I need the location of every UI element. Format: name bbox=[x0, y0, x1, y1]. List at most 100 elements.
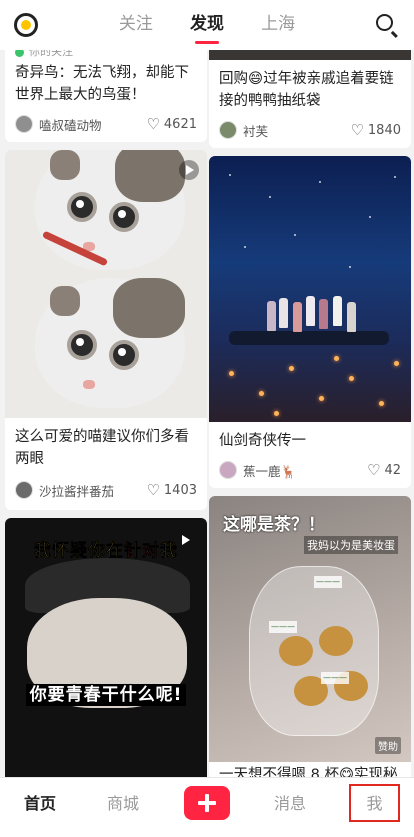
like-button[interactable]: ♡ 1403 bbox=[146, 480, 197, 499]
product-label: ——— bbox=[314, 576, 342, 588]
lantern bbox=[259, 391, 264, 396]
star bbox=[349, 266, 351, 268]
star bbox=[244, 246, 246, 248]
note-image: 我怀疑你在针对我 你要青春干什么呢! bbox=[5, 518, 207, 777]
star bbox=[294, 234, 296, 236]
nav-shop[interactable]: 商城 bbox=[103, 792, 143, 816]
avatar bbox=[15, 481, 33, 499]
tea-subtitle: 我妈以为是美妆蛋 bbox=[304, 536, 398, 554]
note-card[interactable]: 我怀疑你在针对我 你要青春干什么呢! bbox=[5, 518, 207, 777]
nav-home[interactable]: 首页 bbox=[20, 792, 60, 816]
note-title: 回购😄过年被亲戚追着要链接的鸭鸭抽纸袋 bbox=[219, 71, 394, 109]
note-card[interactable]: ——— ——— ——— 这哪是茶？！ 我妈以为是美妆蛋 赞助 一天想不得嗯 8 … bbox=[209, 496, 411, 777]
note-meta: 嗑叔磕动物 ♡ 4621 bbox=[5, 106, 207, 142]
note-card[interactable]: 回购😄过年被亲戚追着要链接的鸭鸭抽纸袋 衬芙 ♡ 1840 bbox=[209, 50, 411, 148]
author[interactable]: 蕉一鹿🦌 bbox=[219, 461, 296, 480]
meme-caption-highlight: 针对 bbox=[124, 541, 160, 562]
avatar bbox=[219, 121, 237, 139]
star bbox=[369, 216, 371, 218]
note-card[interactable]: 你的关注 奇异鸟：无法飞翔，却能下世界上最大的鸟蛋！ 嗑叔磕动物 ♡ 4621 bbox=[5, 50, 207, 142]
star bbox=[229, 174, 231, 176]
author-name: 嗑叔磕动物 bbox=[39, 117, 102, 133]
cliff bbox=[229, 331, 389, 345]
meme-caption-bottom-text: 你要青春干什么呢! bbox=[25, 684, 187, 706]
followed-dot-icon bbox=[15, 50, 24, 57]
author[interactable]: 嗑叔磕动物 bbox=[15, 115, 102, 134]
note-title: 这么可爱的喵建议你们多看两眼 bbox=[15, 429, 189, 467]
note-title: 奇异鸟：无法飞翔，却能下世界上最大的鸟蛋！ bbox=[15, 65, 189, 103]
author-name: 衬芙 bbox=[243, 123, 269, 139]
feed-column-left: 你的关注 奇异鸟：无法飞翔，却能下世界上最大的鸟蛋！ 嗑叔磕动物 ♡ 4621 bbox=[5, 50, 207, 777]
heart-icon: ♡ bbox=[367, 460, 381, 479]
character bbox=[347, 302, 356, 332]
note-image bbox=[5, 150, 207, 418]
video-play-icon bbox=[175, 530, 195, 550]
note-card[interactable]: 仙剑奇侠传一 蕉一鹿🦌 ♡ 42 bbox=[209, 156, 411, 488]
character bbox=[279, 298, 288, 328]
author[interactable]: 衬芙 bbox=[219, 121, 268, 140]
cat-eye bbox=[67, 330, 97, 360]
lantern bbox=[289, 366, 294, 371]
nav-messages[interactable]: 消息 bbox=[270, 792, 310, 816]
note-card[interactable]: 这么可爱的喵建议你们多看两眼 沙拉酱拌番茄 ♡ 1403 bbox=[5, 150, 207, 510]
avatar bbox=[219, 461, 237, 479]
video-play-icon bbox=[179, 160, 199, 180]
lantern bbox=[334, 356, 339, 361]
character bbox=[293, 302, 302, 332]
like-count: 42 bbox=[384, 462, 401, 478]
sponsored-tag: 赞助 bbox=[375, 737, 401, 754]
like-button[interactable]: ♡ 42 bbox=[367, 460, 401, 479]
star bbox=[394, 176, 396, 178]
like-button[interactable]: ♡ 1840 bbox=[350, 120, 401, 139]
lantern bbox=[379, 401, 384, 406]
cat-ear bbox=[50, 150, 80, 180]
top-tabs: 关注 发现 上海 bbox=[0, 12, 414, 44]
plus-icon-vertical bbox=[205, 794, 209, 812]
heart-icon: ♡ bbox=[146, 114, 160, 133]
followed-badge: 你的关注 bbox=[5, 50, 207, 58]
character bbox=[333, 296, 342, 326]
top-bar: 关注 发现 上海 bbox=[0, 0, 414, 50]
search-icon[interactable] bbox=[376, 14, 398, 38]
note-meta: 蕉一鹿🦌 ♡ 42 bbox=[209, 452, 411, 488]
like-count: 4621 bbox=[163, 116, 197, 132]
feed[interactable]: 你的关注 奇异鸟：无法飞翔，却能下世界上最大的鸟蛋！ 嗑叔磕动物 ♡ 4621 bbox=[0, 50, 414, 777]
cat-fur bbox=[113, 278, 185, 338]
tab-discover[interactable]: 发现 bbox=[190, 12, 224, 44]
author-name: 蕉一鹿🦌 bbox=[243, 463, 297, 479]
star bbox=[269, 196, 271, 198]
cat-eye bbox=[109, 202, 139, 232]
tea-ball bbox=[279, 636, 313, 666]
meme-caption-bottom: 你要青春干什么呢! bbox=[5, 680, 207, 706]
avatar bbox=[15, 115, 33, 133]
heart-icon: ♡ bbox=[146, 480, 160, 499]
cat-eye bbox=[109, 340, 139, 370]
lantern bbox=[229, 371, 234, 376]
note-title: 仙剑奇侠传一 bbox=[219, 433, 306, 449]
night-sky-illustration bbox=[209, 156, 411, 422]
product-label: ——— bbox=[321, 672, 349, 684]
note-meta: 衬芙 ♡ 1840 bbox=[209, 112, 411, 148]
lantern bbox=[349, 376, 354, 381]
character bbox=[319, 299, 328, 329]
lantern bbox=[394, 361, 399, 366]
tab-following[interactable]: 关注 bbox=[119, 12, 153, 40]
nav-me[interactable]: 我 bbox=[349, 784, 400, 822]
like-count: 1403 bbox=[163, 482, 197, 498]
star bbox=[319, 181, 321, 183]
tea-headline: 这哪是茶？！ bbox=[223, 515, 325, 535]
cat-ear bbox=[50, 286, 80, 316]
like-button[interactable]: ♡ 4621 bbox=[146, 114, 197, 133]
product-label: ——— bbox=[269, 621, 297, 633]
add-post-button[interactable] bbox=[184, 786, 230, 820]
like-count: 1840 bbox=[367, 122, 401, 138]
followed-label: 你的关注 bbox=[29, 50, 73, 58]
feed-column-right: 回购😄过年被亲戚追着要链接的鸭鸭抽纸袋 衬芙 ♡ 1840 仙剑奇侠传一 蕉一鹿… bbox=[209, 50, 411, 777]
note-image bbox=[209, 50, 411, 60]
tab-shanghai[interactable]: 上海 bbox=[261, 12, 295, 40]
heart-icon: ♡ bbox=[350, 120, 364, 139]
note-title: 一天想不得嗯 8 杯😋实现秘 bbox=[219, 767, 398, 777]
cat-nose bbox=[83, 380, 95, 389]
search-icon-ring bbox=[376, 14, 393, 31]
author[interactable]: 沙拉酱拌番茄 bbox=[15, 481, 114, 500]
